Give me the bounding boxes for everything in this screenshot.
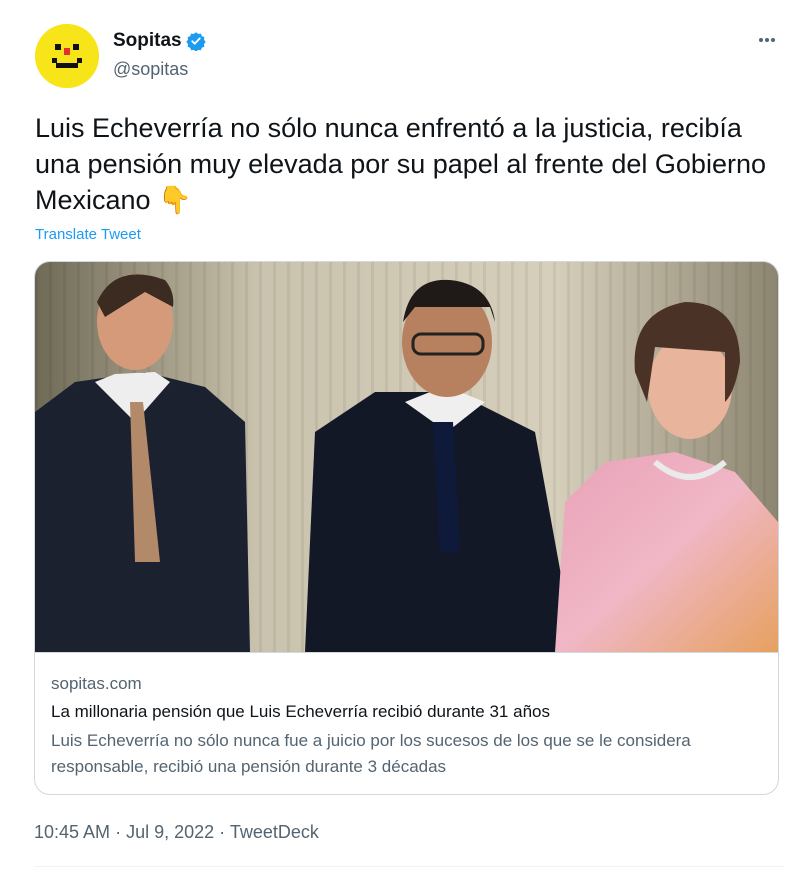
tweet-timestamp: 10:45 AM · Jul 9, 2022 · TweetDeck [34,822,319,843]
card-title: La millonaria pensión que Luis Echeverrí… [51,702,550,721]
sopitas-smiley-logo-icon [35,24,99,88]
tweet-source-link[interactable]: TweetDeck [230,822,319,842]
more-options-icon[interactable] [752,28,782,52]
card-domain: sopitas.com [51,674,142,693]
verified-badge-icon [185,32,206,51]
timestamp-time[interactable]: 10:45 AM [34,822,110,842]
handle[interactable]: @sopitas [113,59,188,80]
card-description: Luis Echeverría no sólo nunca fue a juic… [51,731,691,776]
display-name[interactable]: Sopitas [113,30,206,52]
avatar[interactable] [35,24,99,88]
tweet-text-body: Luis Echeverría no sólo nunca enfrentó a… [35,113,766,215]
display-name-text: Sopitas [113,30,182,51]
card-photo-image [35,262,778,652]
tweet-text: Luis Echeverría no sólo nunca enfrentó a… [35,110,785,218]
divider [34,866,784,867]
timestamp-separator: · [110,822,127,842]
card-divider [35,652,778,653]
translate-tweet-link[interactable]: Translate Tweet [35,226,141,243]
timestamp-date[interactable]: Jul 9, 2022 [126,822,214,842]
timestamp-separator-2: · [214,822,230,842]
link-card[interactable]: sopitas.com La millonaria pensión que Lu… [34,261,779,795]
pointing-down-emoji-icon: 👇 [158,185,192,215]
